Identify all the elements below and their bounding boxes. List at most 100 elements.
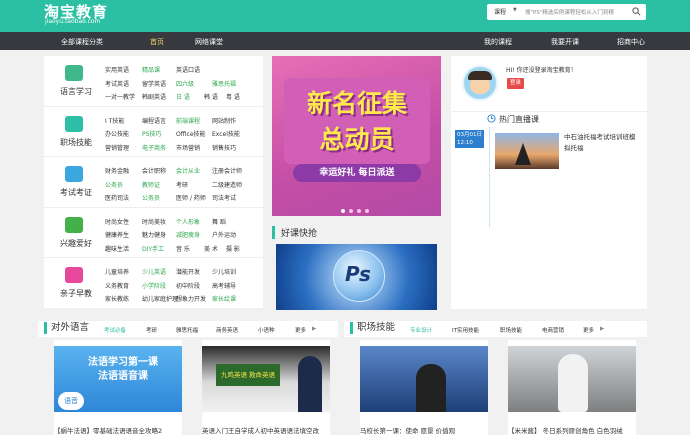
section-link[interactable]: 电商营销: [542, 326, 564, 334]
course-card[interactable]: 马校长第一课：使命 愿景 价值观: [360, 340, 488, 435]
category-link[interactable]: 医药司法: [105, 193, 129, 202]
course-card[interactable]: 【米米酱】 冬日系列原创角色 白色羽绒: [508, 340, 636, 435]
category-link[interactable]: 美 术: [204, 244, 218, 253]
quick-course-image[interactable]: Ps: [276, 244, 437, 310]
nav-business[interactable]: 招商中心: [617, 37, 645, 47]
category-link[interactable]: PS技巧: [142, 129, 161, 138]
section-link[interactable]: 商务英语: [216, 326, 238, 334]
category-link[interactable]: 雅思托福: [212, 79, 236, 88]
category-link[interactable]: 音 乐: [176, 244, 190, 253]
category-title[interactable]: 考试考证: [56, 187, 96, 198]
category-title[interactable]: 兴趣爱好: [56, 238, 96, 249]
nav-home[interactable]: 首页: [150, 37, 164, 47]
category-link[interactable]: 趣味生活: [105, 244, 129, 253]
category-link[interactable]: 会计职称: [142, 166, 166, 175]
course-card[interactable]: 法语学习第一课 法语语音课 语音 【蜗牛法语】零基础法语语音全攻略2: [54, 340, 182, 435]
category-link[interactable]: 日 语: [176, 92, 190, 101]
search-icon[interactable]: [632, 7, 641, 16]
category-link[interactable]: 考研: [176, 180, 188, 189]
category-link[interactable]: Office技能: [176, 129, 206, 138]
category-link[interactable]: 小学阶段: [142, 281, 166, 290]
category-link[interactable]: 公务员: [142, 193, 160, 202]
course-caption[interactable]: 【米米酱】 冬日系列原创角色 白色羽绒: [508, 425, 636, 435]
category-link[interactable]: 想象力开发: [176, 294, 206, 303]
category-link[interactable]: 英语口语: [176, 65, 200, 74]
chevron-right-icon[interactable]: ▶: [600, 326, 604, 332]
section-link[interactable]: 考研: [146, 326, 157, 334]
category-link[interactable]: 儿童培养: [105, 267, 129, 276]
category-link[interactable]: 时尚女性: [105, 217, 129, 226]
banner-dot[interactable]: [341, 209, 345, 213]
search-box[interactable]: 课程 ▼ 搜"PS"精选实例课程轻松从入门到精: [487, 4, 646, 20]
category-link[interactable]: 健康养生: [105, 230, 129, 239]
category-link[interactable]: 考试英语: [105, 79, 129, 88]
category-link[interactable]: 一对一教学: [105, 92, 135, 101]
category-link[interactable]: 前端课程: [176, 116, 200, 125]
category-link[interactable]: 初中阶段: [176, 281, 200, 290]
section-link[interactable]: 专业设计: [410, 326, 432, 334]
category-link[interactable]: 户外运动: [212, 230, 236, 239]
category-link[interactable]: I T技能: [105, 116, 124, 125]
course-caption[interactable]: 马校长第一课：使命 愿景 价值观: [360, 425, 488, 435]
category-link[interactable]: 义务教育: [105, 281, 129, 290]
category-link[interactable]: 会计从业: [176, 166, 200, 175]
category-link[interactable]: 家长绘课: [212, 294, 236, 303]
nav-my-courses[interactable]: 我的课程: [484, 37, 512, 47]
chevron-right-icon[interactable]: ▶: [312, 326, 316, 332]
login-button[interactable]: 登录: [507, 78, 524, 89]
live-thumbnail[interactable]: [495, 133, 559, 169]
section-link[interactable]: 考试必备: [104, 326, 126, 334]
category-link[interactable]: Excel技能: [212, 129, 240, 138]
banner-dot[interactable]: [365, 209, 369, 213]
category-link[interactable]: 四六级: [176, 79, 194, 88]
live-course-title[interactable]: 中石油托福考试培训班模拟托福: [564, 132, 640, 154]
category-link[interactable]: 少儿培训: [212, 267, 236, 276]
section-link[interactable]: IT实用技能: [452, 326, 479, 334]
category-link[interactable]: 网站制作: [212, 116, 236, 125]
banner-dot[interactable]: [357, 209, 361, 213]
course-card[interactable]: 九鸣英语 救命英语 英语入门王自学成人初中英语语法填空改: [202, 340, 330, 435]
category-link[interactable]: 幼儿家庭护理: [142, 294, 178, 303]
category-link[interactable]: 少儿英语: [142, 267, 166, 276]
more-link[interactable]: 更多: [583, 326, 594, 334]
category-link[interactable]: 减肥瘦身: [176, 230, 200, 239]
category-link[interactable]: 摄 影: [226, 244, 240, 253]
nav-all-categories[interactable]: 全部课程分类: [61, 37, 103, 47]
category-link[interactable]: 营销管理: [105, 143, 129, 152]
category-link[interactable]: 精品课: [142, 65, 160, 74]
category-link[interactable]: DIY手工: [142, 244, 164, 253]
category-link[interactable]: 二级建造师: [212, 180, 242, 189]
search-category-select[interactable]: 课程: [494, 7, 506, 16]
category-link[interactable]: 市场营销: [176, 143, 200, 152]
category-link[interactable]: 办公技能: [105, 129, 129, 138]
category-link[interactable]: 销售技巧: [212, 143, 236, 152]
category-link[interactable]: 时尚美妆: [142, 217, 166, 226]
category-link[interactable]: 魅力健身: [142, 230, 166, 239]
category-title[interactable]: 职场技能: [56, 137, 96, 148]
category-link[interactable]: 教师证: [142, 180, 160, 189]
banner-dot[interactable]: [349, 209, 353, 213]
category-link[interactable]: 医师 / 药师: [176, 193, 206, 202]
banner-dots[interactable]: [341, 207, 373, 215]
course-caption[interactable]: 【蜗牛法语】零基础法语语音全攻略2: [54, 425, 182, 435]
nav-online-class[interactable]: 网络课堂: [195, 37, 223, 47]
category-link[interactable]: 高考辅导: [212, 281, 236, 290]
category-link[interactable]: 潜能开发: [176, 267, 200, 276]
chevron-down-icon[interactable]: ▼: [513, 7, 517, 13]
section-link[interactable]: 职场技能: [500, 326, 522, 334]
section-link[interactable]: 雅思托福: [176, 326, 198, 334]
category-link[interactable]: 实用英语: [105, 65, 129, 74]
category-link[interactable]: 注册会计师: [212, 166, 242, 175]
section-link[interactable]: 小语种: [258, 326, 275, 334]
category-link[interactable]: 粤 语: [226, 92, 240, 101]
promo-banner[interactable]: 新名征集 总动员 幸运好礼 每日派送: [272, 56, 441, 216]
more-link[interactable]: 更多: [295, 326, 306, 334]
category-link[interactable]: 电子商务: [142, 143, 166, 152]
category-link[interactable]: 个人形象: [176, 217, 200, 226]
category-link[interactable]: 留学英语: [142, 79, 166, 88]
category-title[interactable]: 语言学习: [56, 86, 96, 97]
nav-open-course[interactable]: 我要开课: [551, 37, 579, 47]
category-link[interactable]: 舞 蹈: [212, 217, 226, 226]
category-link[interactable]: 公务员: [105, 180, 123, 189]
course-caption[interactable]: 英语入门王自学成人初中英语语法填空改: [202, 425, 330, 435]
